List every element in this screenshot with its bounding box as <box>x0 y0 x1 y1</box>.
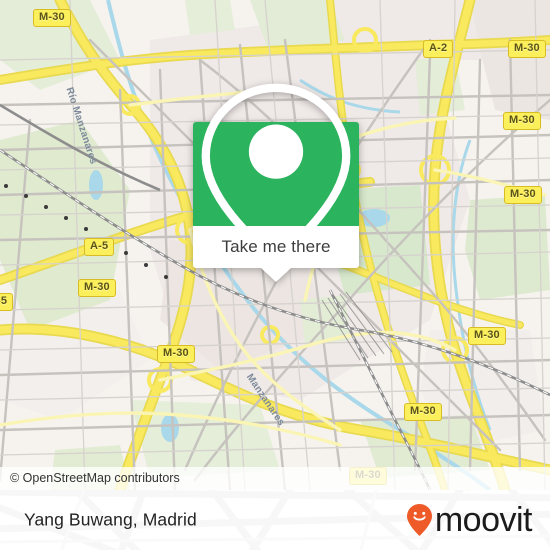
road-shield-m30: M-30 <box>157 345 195 363</box>
road-shield-a2: A-2 <box>423 40 454 58</box>
road-shield-m30: M-30 <box>404 403 442 421</box>
road-shield-m30: M-30 <box>468 327 506 345</box>
road-shield-m30: M-30 <box>78 279 116 297</box>
moovit-pin-smile-icon <box>406 504 432 536</box>
osm-attribution[interactable]: © OpenStreetMap contributors <box>0 467 550 490</box>
map-canvas[interactable]: M-30 A-2 M-30 M-30 M-30 A-5 M-30 -5 M-30… <box>0 0 550 490</box>
road-shield-m30: M-30 <box>508 40 546 58</box>
callout-pointer-tail <box>261 268 291 282</box>
callout-icon-panel <box>193 83 359 266</box>
moovit-wordmark: moovit <box>434 501 533 539</box>
map-screenshot: M-30 A-2 M-30 M-30 M-30 A-5 M-30 -5 M-30… <box>0 0 550 550</box>
road-shield-a5: A-5 <box>84 238 115 256</box>
place-caption: Yang Buwang, Madrid <box>24 509 197 530</box>
take-me-there-label: Take me there <box>221 237 331 256</box>
road-shield-a5-clipped: -5 <box>0 293 14 311</box>
road-shield-m30: M-30 <box>503 112 541 130</box>
moovit-brand[interactable]: moovit <box>406 501 533 539</box>
road-shield-m30: M-30 <box>504 186 542 204</box>
footer-bar: Yang Buwang, Madrid moovit <box>0 490 550 550</box>
location-callout-card[interactable]: Take me there <box>193 83 359 282</box>
map-pin-icon <box>201 83 351 266</box>
road-shield-m30: M-30 <box>33 9 71 27</box>
